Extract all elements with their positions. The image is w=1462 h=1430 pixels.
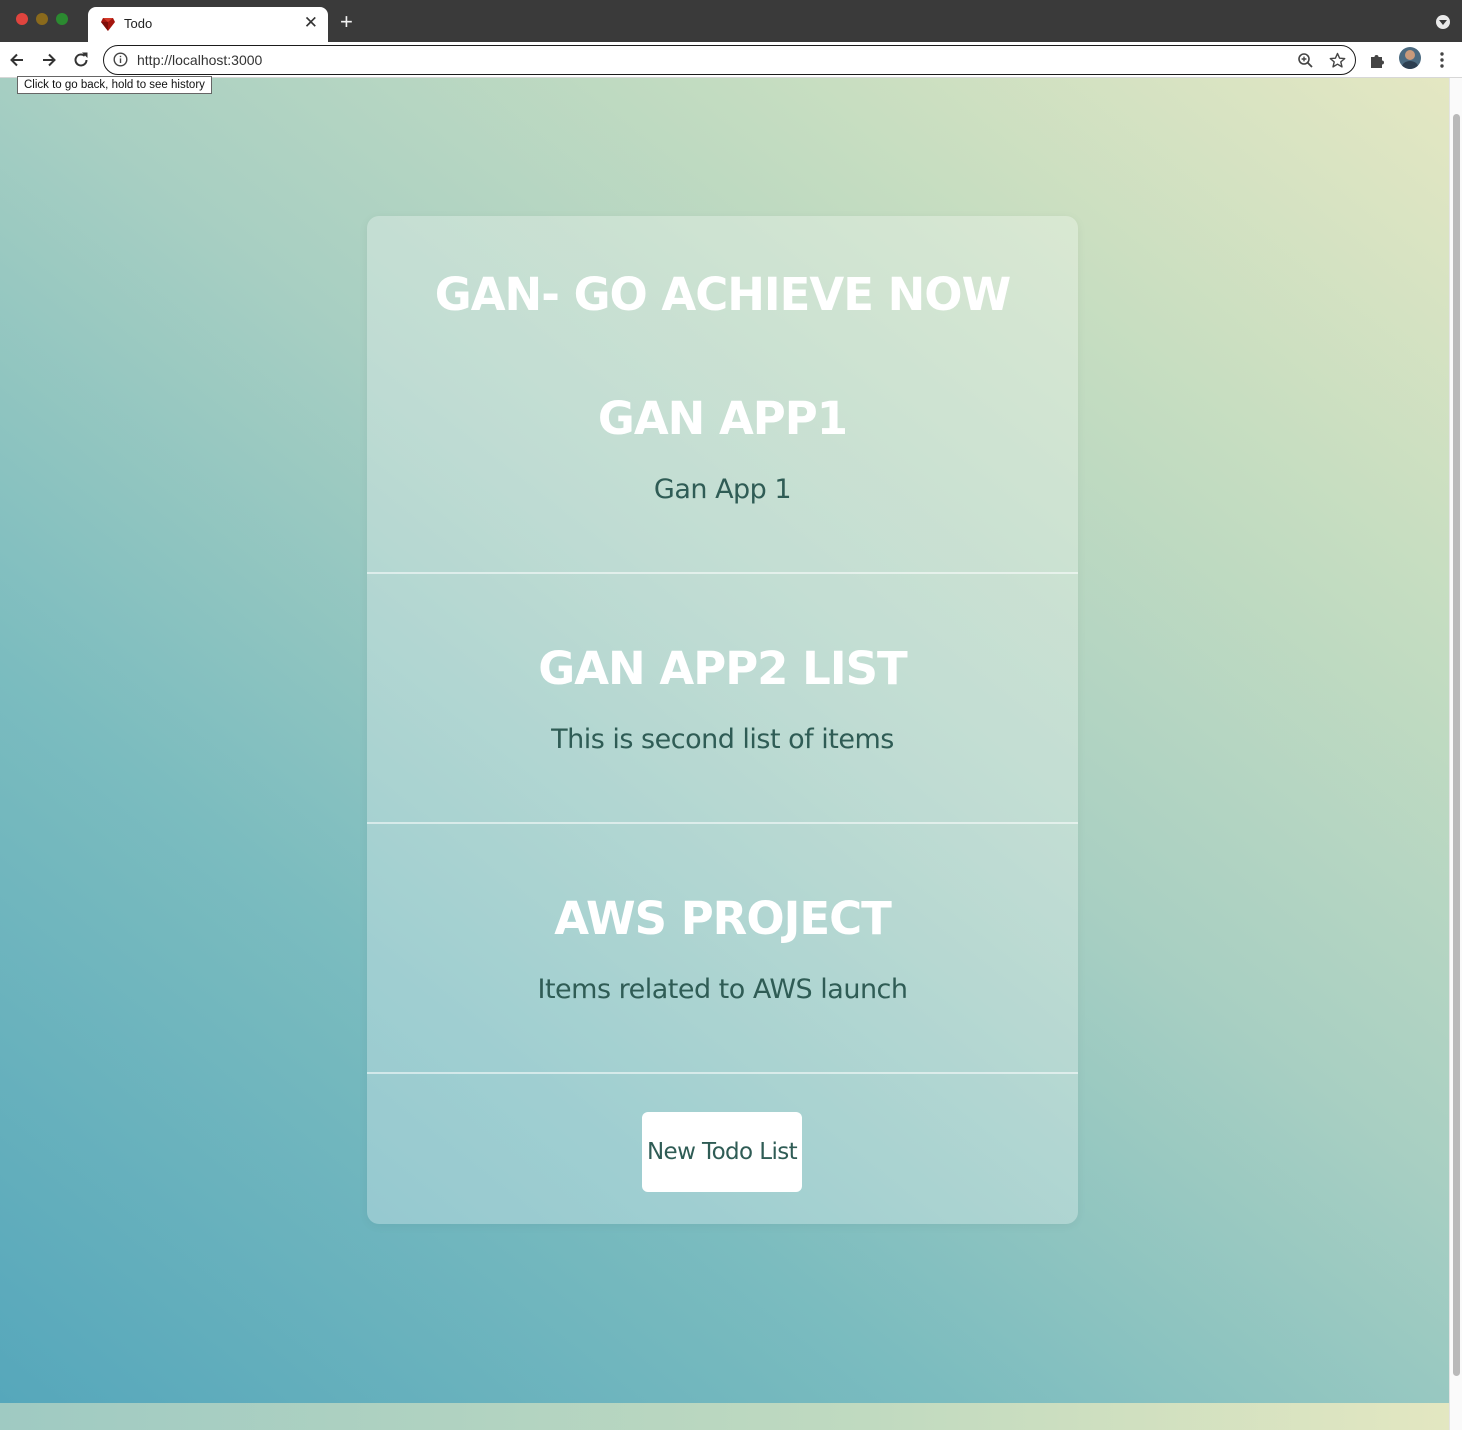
- todo-list-item[interactable]: GAN APP1 Gan App 1: [367, 324, 1078, 574]
- page-bottom-strip: [0, 1403, 1449, 1430]
- todo-lists-card: GAN- GO ACHIEVE NOW GAN APP1 Gan App 1 G…: [367, 216, 1078, 1224]
- new-tab-button[interactable]: +: [340, 11, 353, 33]
- page-title: GAN- GO ACHIEVE NOW: [434, 268, 1011, 321]
- more-menu-icon[interactable]: [1432, 50, 1452, 70]
- page-viewport: GAN- GO ACHIEVE NOW GAN APP1 Gan App 1 G…: [0, 78, 1449, 1403]
- profile-avatar[interactable]: [1399, 47, 1421, 69]
- zoom-icon[interactable]: [1297, 52, 1314, 69]
- list-name[interactable]: AWS PROJECT: [367, 892, 1078, 945]
- browser-toolbar: http://localhost:3000: [0, 42, 1462, 78]
- minimize-window-button[interactable]: [36, 13, 48, 25]
- todo-list-item[interactable]: GAN APP2 LIST This is second list of ite…: [367, 574, 1078, 824]
- tab-search-icon[interactable]: [1436, 15, 1450, 29]
- extensions-puzzle-icon[interactable]: [1368, 50, 1388, 70]
- list-description: Items related to AWS launch: [537, 974, 908, 1005]
- reload-icon: [74, 52, 88, 67]
- list-name[interactable]: GAN APP2 LIST: [367, 642, 1078, 695]
- url-text[interactable]: http://localhost:3000: [137, 52, 262, 68]
- browser-tab-todo[interactable]: Todo ✕: [88, 7, 328, 42]
- close-tab-icon[interactable]: ✕: [304, 14, 318, 32]
- list-description: Gan App 1: [653, 474, 792, 505]
- arrow-left-icon: [10, 53, 23, 67]
- tab-title: Todo: [124, 16, 153, 31]
- ruby-favicon-icon: [101, 18, 115, 31]
- new-todo-list-button[interactable]: New Todo List: [642, 1112, 802, 1192]
- list-description: This is second list of items: [551, 724, 894, 755]
- address-bar[interactable]: http://localhost:3000: [103, 45, 1356, 75]
- close-window-button[interactable]: [16, 13, 28, 25]
- list-name[interactable]: GAN APP1: [367, 392, 1078, 445]
- info-icon[interactable]: [113, 52, 128, 67]
- star-bookmark-icon[interactable]: [1329, 52, 1346, 69]
- browser-tab-bar: Todo ✕ +: [0, 0, 1462, 42]
- back-button[interactable]: [3, 46, 31, 74]
- back-button-tooltip: Click to go back, hold to see history: [17, 76, 212, 94]
- reload-button[interactable]: [67, 46, 95, 74]
- maximize-window-button[interactable]: [56, 13, 68, 25]
- arrow-right-icon: [43, 53, 56, 67]
- forward-button[interactable]: [35, 46, 63, 74]
- page-scrollbar[interactable]: [1449, 78, 1462, 1430]
- scrollbar-thumb[interactable]: [1453, 114, 1460, 1376]
- todo-list-item[interactable]: AWS PROJECT Items related to AWS launch: [367, 824, 1078, 1074]
